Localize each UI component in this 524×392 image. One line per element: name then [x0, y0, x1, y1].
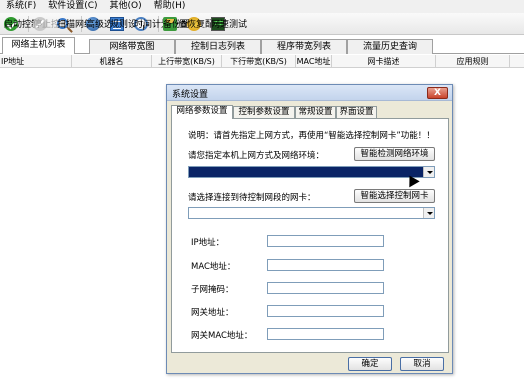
instruction-text: 说明：请首先指定上网方式，再使用“智能选择控制网卡”功能！！	[188, 131, 435, 141]
tab-control-log[interactable]: 控制日志列表	[175, 39, 261, 54]
cancel-button[interactable]: 取消	[400, 357, 444, 371]
gateway-mac-label: 网关MAC地址：	[191, 331, 253, 341]
column-ip[interactable]: IP地址	[0, 55, 72, 68]
host-list-header: IP地址 机器名 上行带宽(KB/S) 下行带宽(KB/S) MAC地址 网卡描…	[0, 55, 524, 68]
mac-label: MAC地址：	[191, 262, 236, 272]
gateway-field[interactable]	[267, 305, 384, 317]
ok-button[interactable]: 确定	[348, 357, 392, 371]
tab-general[interactable]: 常规设置	[295, 106, 336, 118]
nic-label: 请选择连接到待控制网段的网卡：	[188, 193, 316, 203]
ip-field[interactable]	[267, 235, 384, 247]
column-upload[interactable]: 上行带宽(KB/S)	[152, 55, 222, 68]
select-nic-button[interactable]: 智能选择控制网卡	[354, 189, 435, 203]
scan-network-button[interactable]: 扫描网络	[55, 14, 93, 34]
menu-system[interactable]: 系统(F)	[0, 0, 42, 13]
column-rules[interactable]: 应用规则	[436, 55, 510, 68]
toolbar: 启动控制 停止控制 扫描网络 高级选项 规则设置 时间计划设置 备份配置 恢复配…	[0, 13, 524, 35]
menu-software-settings[interactable]: 软件设置(C)	[42, 0, 103, 13]
rule-settings-button[interactable]: 规则设置	[108, 14, 146, 34]
menu-bar: 系统(F) 软件设置(C) 其他(O) 帮助(H)	[0, 0, 524, 13]
dialog-title: 系统设置	[172, 90, 209, 100]
detect-network-button[interactable]: 智能检测网络环境	[354, 147, 435, 161]
column-machine-name[interactable]: 机器名	[72, 55, 152, 68]
network-params-panel: 说明：请首先指定上网方式，再使用“智能选择控制网卡”功能！！ 请您指定本机上网方…	[171, 118, 449, 353]
mac-field[interactable]	[267, 259, 384, 271]
dialog-title-bar[interactable]: 系统设置 X	[167, 85, 452, 101]
tab-network-params[interactable]: 网络参数设置	[171, 105, 233, 119]
env-label: 请您指定本机上网方式及网络环境：	[188, 151, 325, 161]
menu-other[interactable]: 其他(O)	[104, 0, 148, 13]
close-icon[interactable]: X	[427, 87, 448, 99]
subnet-mask-field[interactable]	[267, 282, 384, 294]
column-download[interactable]: 下行带宽(KB/S)	[222, 55, 296, 68]
network-env-select[interactable]	[188, 166, 435, 178]
tab-program-bandwidth[interactable]: 程序带宽列表	[261, 39, 347, 54]
subnet-mask-label: 子网掩码：	[191, 285, 234, 295]
chevron-down-icon[interactable]	[423, 167, 434, 177]
gateway-label: 网关地址：	[191, 308, 234, 318]
column-nic-desc[interactable]: 网卡描述	[332, 55, 436, 68]
ip-label: IP地址：	[191, 238, 225, 248]
start-control-button[interactable]: 启动控制	[2, 14, 40, 34]
tab-interface[interactable]: 界面设置	[336, 106, 377, 118]
speed-test-button[interactable]: 网速测试	[209, 14, 247, 34]
main-tab-bar: 网络主机列表 网络带宽图 控制日志列表 程序带宽列表 流量历史查询	[0, 37, 524, 54]
tab-host-list[interactable]: 网络主机列表	[2, 37, 75, 54]
schedule-settings-button[interactable]: 时间计划设置	[132, 14, 188, 34]
nic-select[interactable]	[188, 207, 435, 219]
gateway-mac-field[interactable]	[267, 328, 384, 340]
menu-help[interactable]: 帮助(H)	[148, 0, 192, 13]
system-settings-dialog: 系统设置 X 网络参数设置 控制参数设置 常规设置 界面设置 说明：请首先指定上…	[166, 84, 453, 374]
tab-control-params[interactable]: 控制参数设置	[233, 106, 295, 118]
chevron-down-icon[interactable]	[423, 208, 434, 218]
column-mac[interactable]: MAC地址	[296, 55, 332, 68]
advanced-options-button[interactable]: 高级选项	[84, 14, 122, 34]
backup-config-button[interactable]: 备份配置	[161, 14, 199, 34]
dialog-tab-bar: 网络参数设置 控制参数设置 常规设置 界面设置	[171, 105, 449, 119]
restore-config-button[interactable]: 恢复配置	[185, 14, 223, 34]
stop-control-button[interactable]: 停止控制	[31, 14, 69, 34]
tab-traffic-history[interactable]: 流量历史查询	[347, 39, 433, 54]
tab-bandwidth-chart[interactable]: 网络带宽图	[89, 39, 175, 54]
